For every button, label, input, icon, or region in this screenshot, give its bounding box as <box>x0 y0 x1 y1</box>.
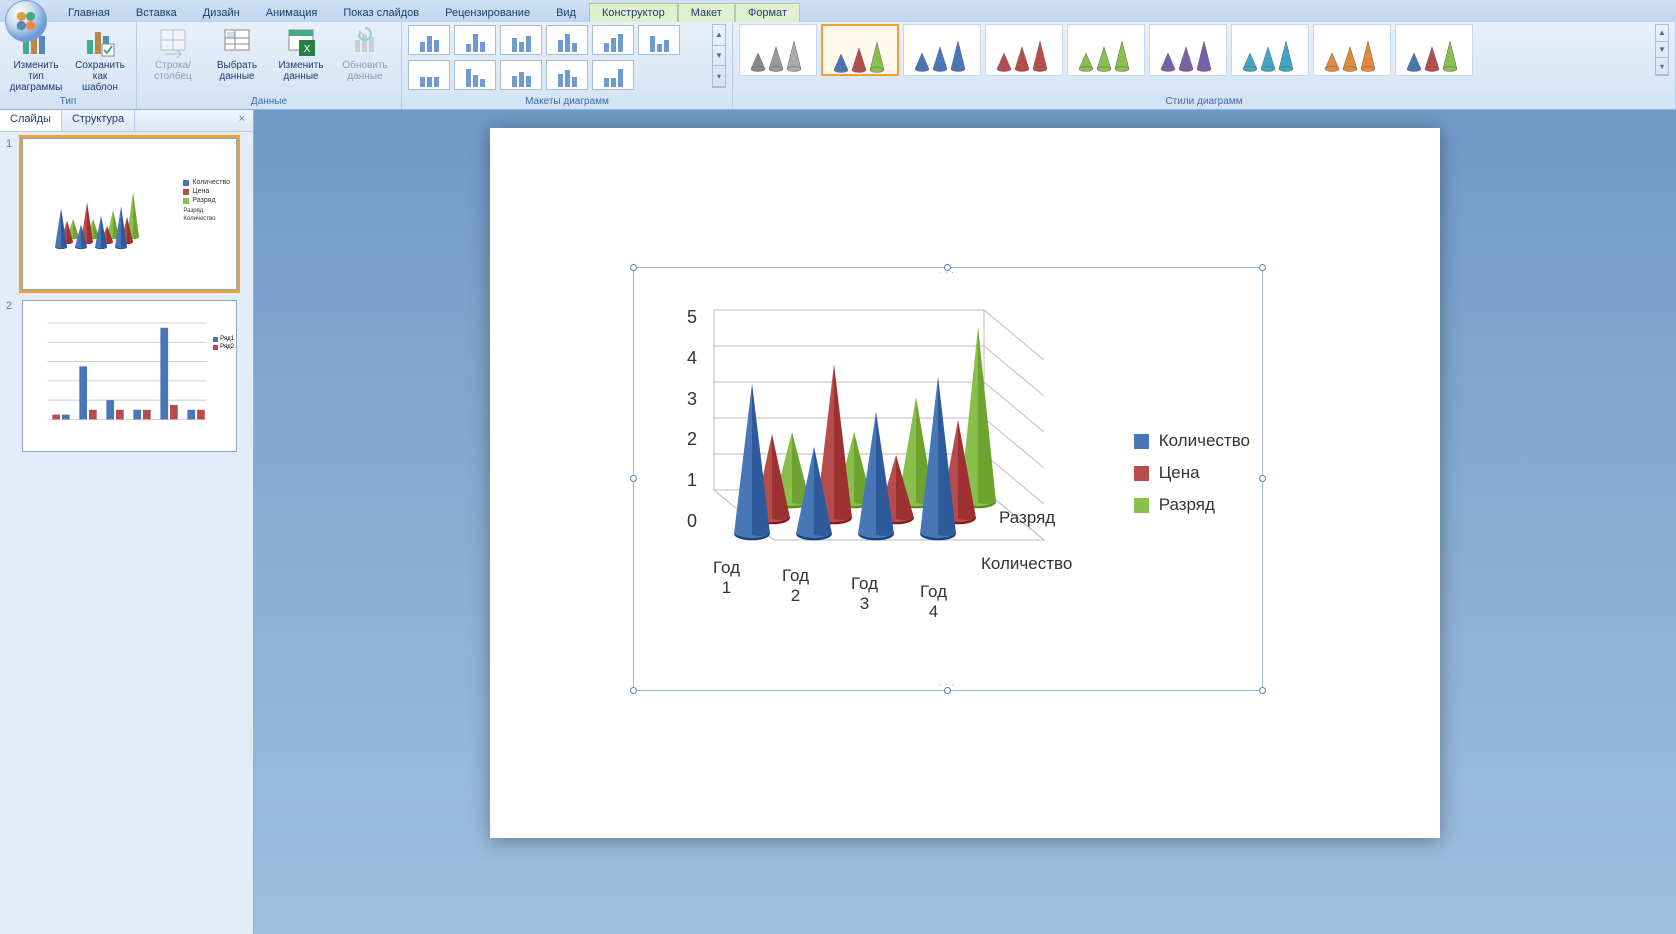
chart-style-thumb[interactable] <box>903 24 981 76</box>
resize-handle[interactable] <box>630 687 637 694</box>
tab-view[interactable]: Вид <box>543 3 589 22</box>
layouts-scroll[interactable]: ▲▼▾ <box>712 24 726 88</box>
edit-data-button[interactable]: X Изменить данные <box>271 24 331 84</box>
resize-handle[interactable] <box>1259 264 1266 271</box>
tab-review[interactable]: Рецензирование <box>432 3 543 22</box>
workspace: Слайды Структура × 1 <box>0 110 1676 934</box>
save-template-icon <box>84 26 116 58</box>
tab-home[interactable]: Главная <box>55 3 123 22</box>
edit-data-icon: X <box>285 26 317 58</box>
chart-legend[interactable]: КоличествоЦенаРазряд <box>1134 431 1250 527</box>
resize-handle[interactable] <box>944 264 951 271</box>
refresh-data-button[interactable]: Обновить данные <box>335 24 395 84</box>
resize-handle[interactable] <box>1259 475 1266 482</box>
chart-styles-gallery[interactable] <box>739 24 1473 76</box>
layout-thumb[interactable] <box>454 25 496 55</box>
group-styles-label: Стили диаграмм <box>739 96 1669 109</box>
chart-style-thumb[interactable] <box>1149 24 1227 76</box>
slides-panel: Слайды Структура × 1 <box>0 110 254 934</box>
ribbon-tabs: Главная Вставка Дизайн Анимация Показ сл… <box>0 0 1676 22</box>
slide-thumb-1[interactable]: 1 <box>6 138 247 290</box>
close-panel-button[interactable]: × <box>231 110 253 131</box>
chart-style-thumb[interactable] <box>739 24 817 76</box>
tab-design[interactable]: Дизайн <box>190 3 253 22</box>
select-data-button[interactable]: Выбрать данные <box>207 24 267 84</box>
slide-thumb-2[interactable]: 2 <box>6 300 247 452</box>
tab-slideshow[interactable]: Показ слайдов <box>330 3 432 22</box>
side-tabs: Слайды Структура × <box>0 110 253 132</box>
layout-thumb[interactable] <box>454 60 496 90</box>
chart-object[interactable]: КоличествоЦенаРазряд 543210 <box>633 267 1263 691</box>
current-slide[interactable]: КоличествоЦенаРазряд 543210 <box>490 128 1440 838</box>
slides-tab[interactable]: Слайды <box>0 110 62 131</box>
chart-style-thumb[interactable] <box>1231 24 1309 76</box>
styles-scroll[interactable]: ▲▼▾ <box>1655 24 1669 76</box>
tab-insert[interactable]: Вставка <box>123 3 190 22</box>
switch-row-column-button[interactable]: Строка/столбец <box>143 24 203 84</box>
y-axis: 543210 <box>679 308 697 530</box>
chart-3d-area: 543210 <box>654 290 1114 650</box>
layout-thumb[interactable] <box>638 25 680 55</box>
ribbon: Изменить тип диаграммы Сохранить как шаб… <box>0 22 1676 110</box>
group-data: Строка/столбец Выбрать данные X Изменить… <box>137 22 402 109</box>
layout-thumb[interactable] <box>546 60 588 90</box>
layout-thumb[interactable] <box>500 60 542 90</box>
layout-thumb[interactable] <box>408 60 450 90</box>
select-data-icon <box>221 26 253 58</box>
save-as-template-button[interactable]: Сохранить как шаблон <box>70 24 130 95</box>
office-button[interactable] <box>5 0 47 42</box>
layout-thumb[interactable] <box>500 25 542 55</box>
resize-handle[interactable] <box>630 475 637 482</box>
category-labels: Год1Год2Год3Год4 <box>694 558 994 597</box>
chart-style-thumb[interactable] <box>985 24 1063 76</box>
chart-style-thumb[interactable] <box>1395 24 1473 76</box>
chart-style-thumb[interactable] <box>1067 24 1145 76</box>
layout-thumb[interactable] <box>592 25 634 55</box>
switch-rc-icon <box>157 26 189 58</box>
layout-thumb[interactable] <box>408 25 450 55</box>
chart-layouts-gallery[interactable] <box>408 24 708 90</box>
layout-thumb[interactable] <box>546 25 588 55</box>
tab-chart-format[interactable]: Формат <box>735 3 800 22</box>
chart-plot-area[interactable]: КоличествоЦенаРазряд 543210 <box>646 280 1250 678</box>
chart-style-thumb[interactable] <box>1313 24 1391 76</box>
group-layouts-label: Макеты диаграмм <box>408 96 726 109</box>
tab-animation[interactable]: Анимация <box>253 3 331 22</box>
tab-chart-layout[interactable]: Макет <box>678 3 735 22</box>
outline-tab[interactable]: Структура <box>62 110 135 131</box>
svg-text:X: X <box>304 44 311 55</box>
layout-thumb[interactable] <box>592 60 634 90</box>
group-chart-layouts: ▲▼▾ Макеты диаграмм <box>402 22 733 109</box>
refresh-icon <box>349 26 381 58</box>
group-data-label: Данные <box>143 96 395 109</box>
slide-editor[interactable]: КоличествоЦенаРазряд 543210 <box>254 110 1676 934</box>
chart-style-thumb[interactable] <box>821 24 899 76</box>
tab-chart-design[interactable]: Конструктор <box>589 3 678 22</box>
resize-handle[interactable] <box>630 264 637 271</box>
resize-handle[interactable] <box>944 687 951 694</box>
depth-labels: РазрядКоличество <box>999 508 1090 560</box>
group-chart-styles: ▲▼▾ Стили диаграмм <box>733 22 1676 109</box>
slide-list: 1 <box>0 132 253 468</box>
group-type-label: Тип <box>6 96 130 109</box>
resize-handle[interactable] <box>1259 687 1266 694</box>
